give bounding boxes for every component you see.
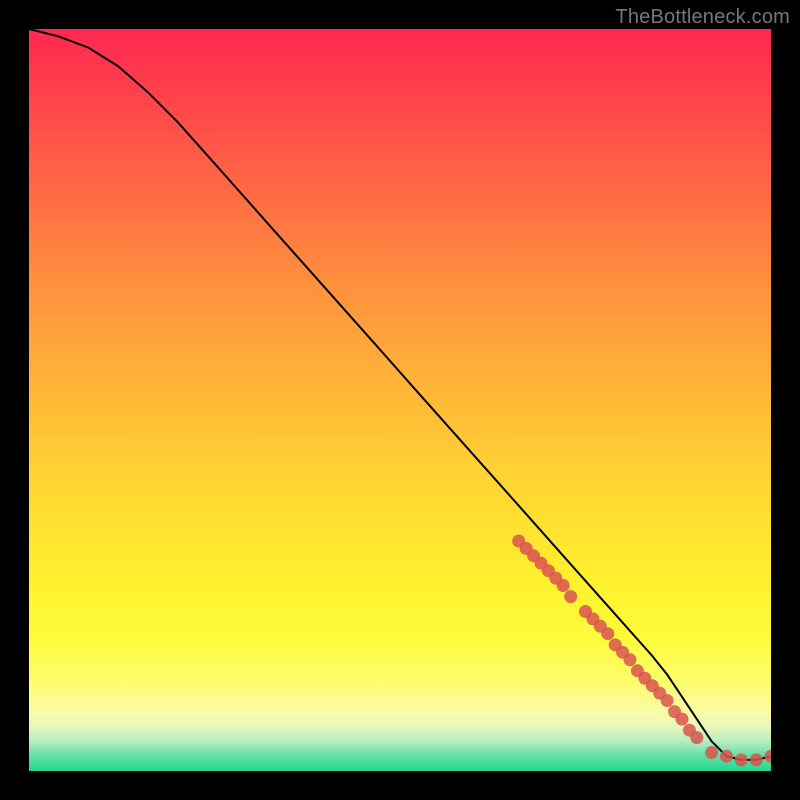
highlight-dot (705, 746, 718, 759)
curve-layer (29, 29, 771, 760)
bottleneck-curve (29, 29, 771, 760)
highlight-dot (765, 750, 772, 763)
watermark-text: TheBottleneck.com (615, 6, 790, 29)
highlight-dot (564, 590, 577, 603)
chart-stage: TheBottleneck.com (0, 0, 800, 800)
highlight-dot (750, 753, 763, 766)
highlight-dots (512, 535, 771, 767)
highlight-dot (720, 750, 733, 763)
highlight-dot (557, 579, 570, 592)
highlight-dot (735, 753, 748, 766)
chart-svg (29, 29, 771, 771)
highlight-dot (690, 731, 703, 744)
plot-area (29, 29, 771, 771)
highlight-dot (624, 653, 637, 666)
highlight-dot (676, 713, 689, 726)
highlight-dot (601, 627, 614, 640)
highlight-dot (661, 694, 674, 707)
